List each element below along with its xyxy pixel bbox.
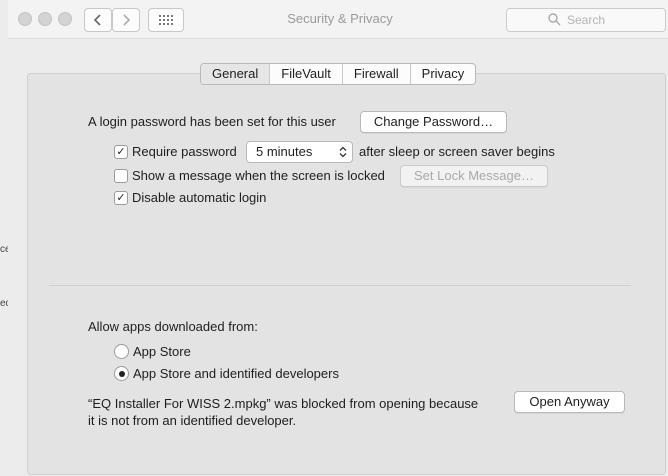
tab-general[interactable]: General: [201, 64, 270, 84]
window-title: Security & Privacy: [287, 11, 393, 26]
minimize-window-button[interactable]: [38, 12, 52, 26]
tab-privacy[interactable]: Privacy: [409, 64, 476, 84]
show-message-checkbox[interactable]: [114, 169, 128, 183]
password-delay-select[interactable]: 5 minutes: [246, 141, 353, 163]
change-password-button[interactable]: Change Password…: [360, 111, 507, 133]
forward-button[interactable]: [112, 8, 140, 32]
show-message-label: Show a message when the screen is locked: [132, 168, 385, 183]
close-window-button[interactable]: [18, 12, 32, 26]
section-divider: [49, 285, 631, 286]
show-all-button[interactable]: [148, 8, 184, 32]
chevron-left-icon: [93, 14, 101, 26]
blocked-message-line2: it is not from an identified developer.: [88, 413, 297, 428]
tab-firewall[interactable]: Firewall: [341, 64, 410, 84]
require-password-label: Require password: [132, 144, 237, 159]
search-placeholder: Search: [567, 13, 606, 27]
zoom-window-button[interactable]: [58, 12, 72, 26]
disable-autologin-label: Disable automatic login: [132, 190, 267, 205]
open-anyway-button[interactable]: Open Anyway: [514, 391, 625, 413]
search-icon: [548, 13, 561, 26]
require-password-suffix: after sleep or screen saver begins: [359, 144, 555, 159]
disable-autologin-checkbox[interactable]: ✓: [114, 191, 128, 205]
require-password-checkbox[interactable]: ✓: [114, 145, 128, 159]
password-delay-value: 5 minutes: [256, 144, 313, 159]
grid-icon: [159, 15, 173, 25]
set-lock-message-button[interactable]: Set Lock Message…: [400, 165, 548, 187]
app-store-identified-label: App Store and identified developers: [133, 366, 339, 381]
back-button[interactable]: [84, 8, 112, 32]
radio-selected-dot: [118, 370, 125, 377]
search-field[interactable]: Search: [506, 8, 666, 32]
allow-apps-heading: Allow apps downloaded from:: [88, 319, 258, 334]
app-store-radio[interactable]: [114, 344, 129, 359]
app-store-label: App Store: [133, 344, 191, 359]
app-store-identified-radio[interactable]: [114, 366, 129, 381]
login-password-text: A login password has been set for this u…: [88, 114, 336, 129]
blocked-message-line1: “EQ Installer For WISS 2.mpkg” was block…: [88, 396, 479, 411]
tab-filevault[interactable]: FileVault: [269, 64, 342, 84]
chevron-right-icon: [123, 14, 131, 26]
tab-bar: General FileVault Firewall Privacy: [200, 63, 477, 85]
updown-arrows-icon: [339, 146, 347, 166]
